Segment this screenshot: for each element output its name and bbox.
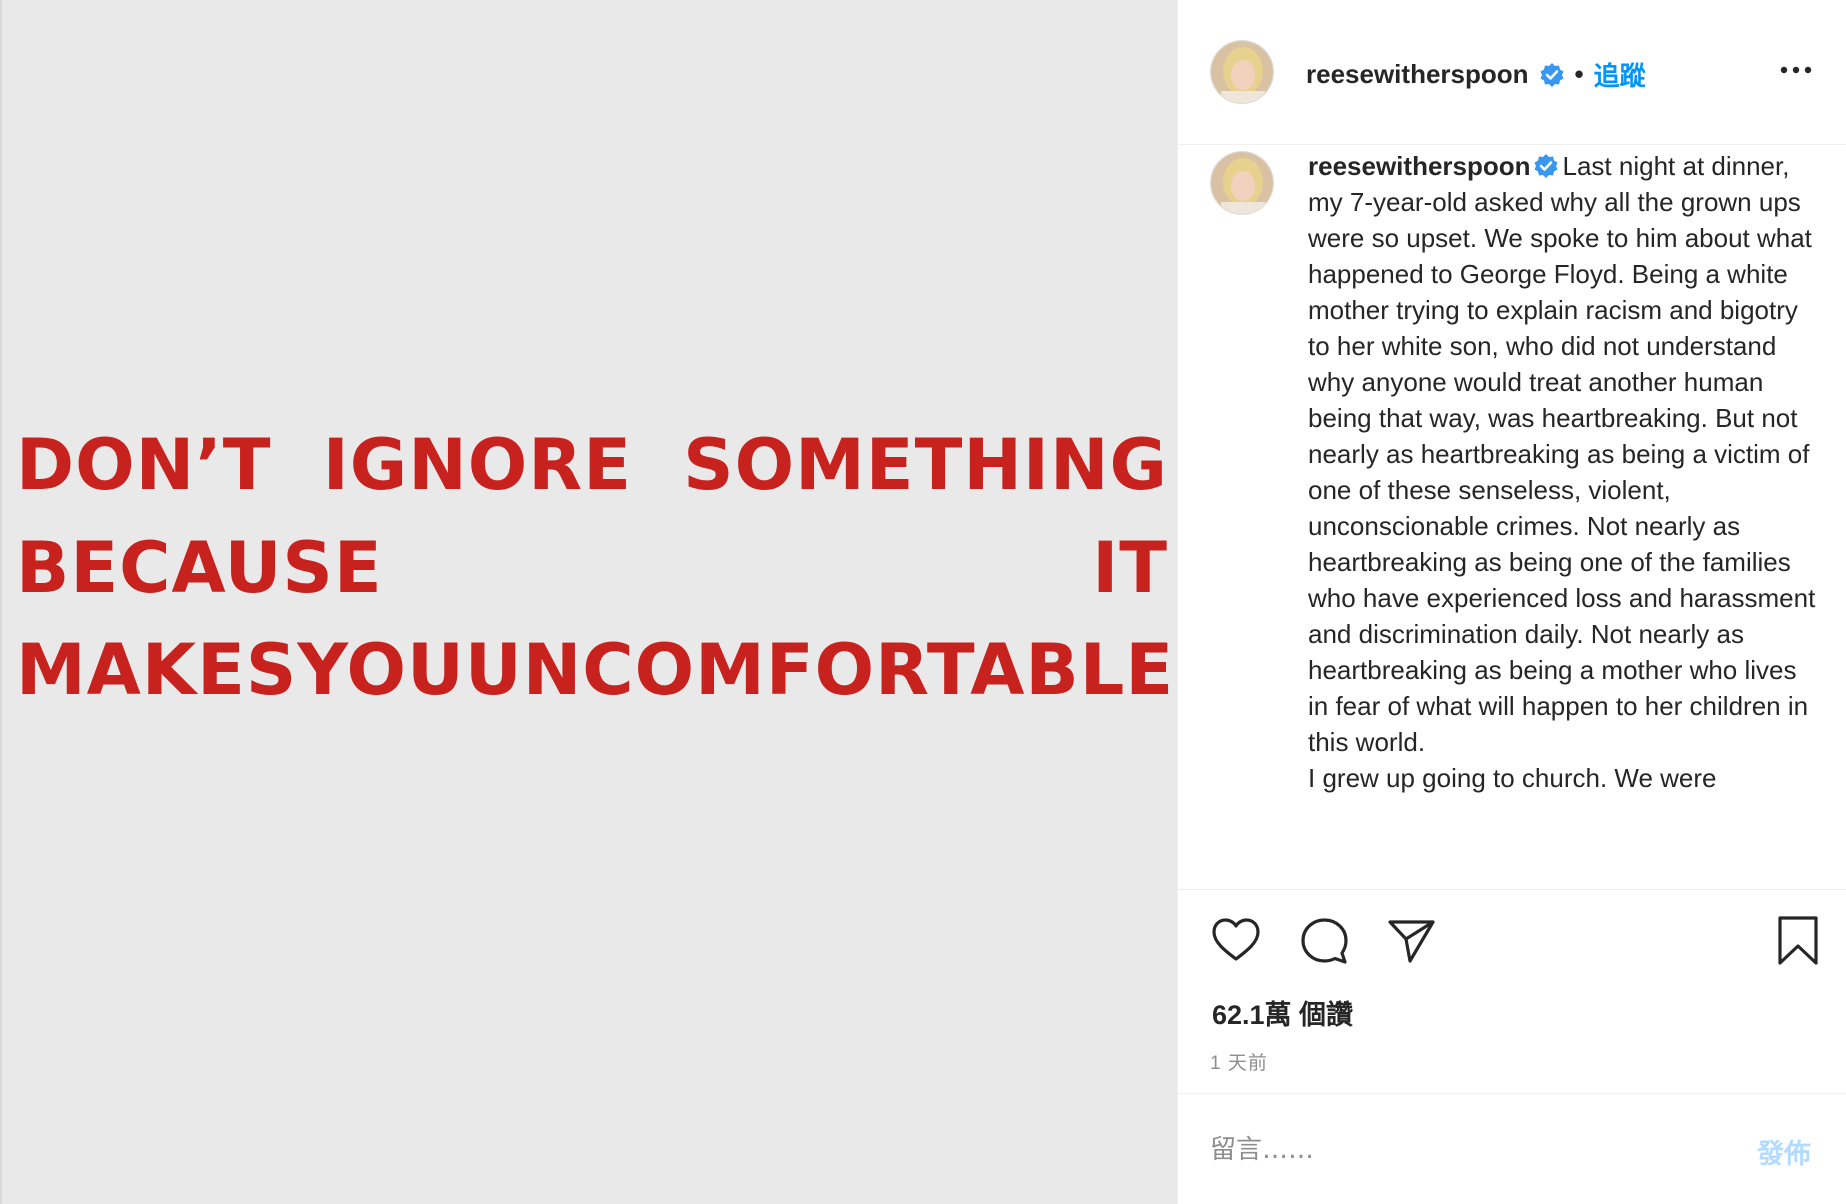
avatar[interactable]: [1210, 40, 1274, 104]
post-side-panel: reesewitherspoon • 追蹤 reesewitherspoon L…: [1177, 0, 1846, 1204]
poster-word: YOU: [297, 629, 465, 711]
caption-scroll-area[interactable]: reesewitherspoon Last night at dinner, m…: [1178, 145, 1846, 890]
comment-input[interactable]: [1208, 1124, 1712, 1176]
caption-avatar[interactable]: [1210, 151, 1274, 215]
follow-button[interactable]: 追蹤: [1594, 56, 1646, 93]
bookmark-icon[interactable]: [1772, 915, 1824, 967]
action-bar: [1210, 915, 1824, 975]
avatar-image: [1211, 41, 1273, 103]
verified-badge-icon: [1534, 154, 1558, 178]
post-comment-button[interactable]: 發佈: [1757, 1132, 1811, 1171]
paper-plane-icon[interactable]: [1386, 915, 1438, 967]
instagram-post: DON’T IGNORE SOMETHING BECAUSE IT MAKES …: [0, 0, 1846, 1204]
username-link[interactable]: reesewitherspoon: [1306, 59, 1529, 90]
poster-line-2: BECAUSE IT: [16, 533, 1168, 603]
caption-body: Last night at dinner, my 7-year-old aske…: [1308, 151, 1816, 757]
caption-paragraph: reesewitherspoon Last night at dinner, m…: [1308, 148, 1823, 760]
like-count[interactable]: 62.1萬 個讚: [1212, 993, 1353, 1032]
caption-text: reesewitherspoon Last night at dinner, m…: [1308, 148, 1823, 796]
poster-word: BECAUSE: [16, 527, 383, 609]
separator-dot: •: [1574, 59, 1584, 89]
poster-word: DON’T: [16, 424, 272, 506]
verified-badge-icon: [1540, 62, 1564, 87]
more-options-icon[interactable]: [1779, 60, 1813, 80]
poster-word: SOMETHING: [683, 424, 1168, 506]
poster-word: IT: [1092, 527, 1168, 609]
heart-icon[interactable]: [1210, 915, 1262, 967]
poster-word: UNCOMFORTABLE: [464, 629, 1175, 711]
post-timestamp[interactable]: 1 天前: [1210, 1048, 1268, 1075]
poster-line-3: MAKES YOU UNCOMFORTABLE: [16, 629, 1173, 711]
avatar-image: [1211, 152, 1273, 214]
post-header: reesewitherspoon • 追蹤: [1178, 0, 1846, 145]
poster-line-1: DON’T IGNORE SOMETHING: [16, 430, 1168, 500]
caption-username[interactable]: reesewitherspoon: [1308, 151, 1531, 181]
comment-bar: 發佈: [1178, 1093, 1846, 1204]
poster-word: MAKES: [16, 629, 298, 711]
poster-word: IGNORE: [322, 424, 633, 506]
caption-paragraph: I grew up going to church. We were: [1308, 763, 1717, 793]
comment-icon[interactable]: [1298, 915, 1350, 967]
header-user: reesewitherspoon • 追蹤: [1306, 56, 1646, 93]
post-image[interactable]: DON’T IGNORE SOMETHING BECAUSE IT MAKES …: [0, 0, 1177, 1204]
